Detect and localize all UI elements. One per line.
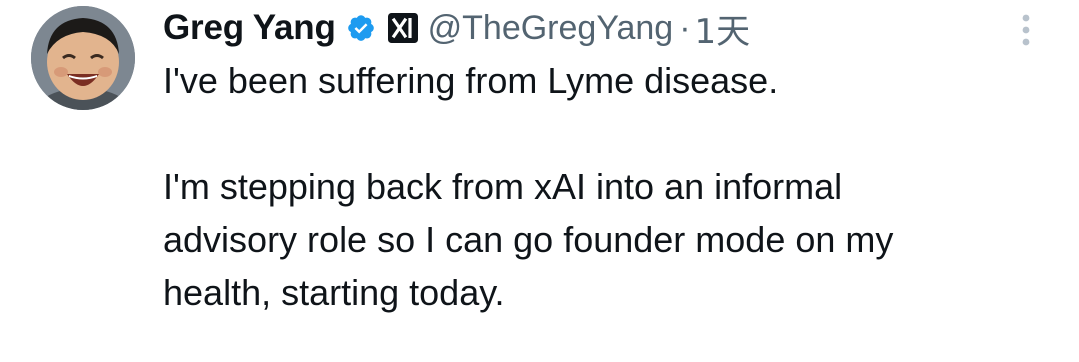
tweet-line: health, starting today. [163, 272, 505, 313]
tweet-text: I've been suffering from Lyme disease. I… [163, 54, 1043, 319]
tweet-line: I've been suffering from Lyme disease. [163, 60, 779, 101]
tweet-content: Greg Yang @TheGregYang · 1天 I've been su… [163, 0, 1043, 319]
tweet-line: advisory role so I can go founder mode o… [163, 219, 894, 260]
avatar[interactable] [31, 6, 135, 110]
separator-dot: · [679, 8, 691, 47]
tweet-line: I'm stepping back from xAI into an infor… [163, 166, 843, 207]
xai-affiliate-icon[interactable] [387, 13, 418, 43]
timestamp[interactable]: 1天 [695, 4, 751, 53]
user-handle[interactable]: @TheGregYang [428, 9, 674, 48]
display-name[interactable]: Greg Yang [163, 8, 336, 48]
tweet-header: Greg Yang @TheGregYang · 1天 [163, 0, 1043, 56]
avatar-image [31, 6, 135, 110]
more-options-icon[interactable] [1014, 12, 1038, 48]
verified-badge-icon [346, 13, 376, 43]
tweet-card: Greg Yang @TheGregYang · 1天 I've been su… [0, 0, 1079, 362]
paragraph-break [163, 107, 1043, 160]
